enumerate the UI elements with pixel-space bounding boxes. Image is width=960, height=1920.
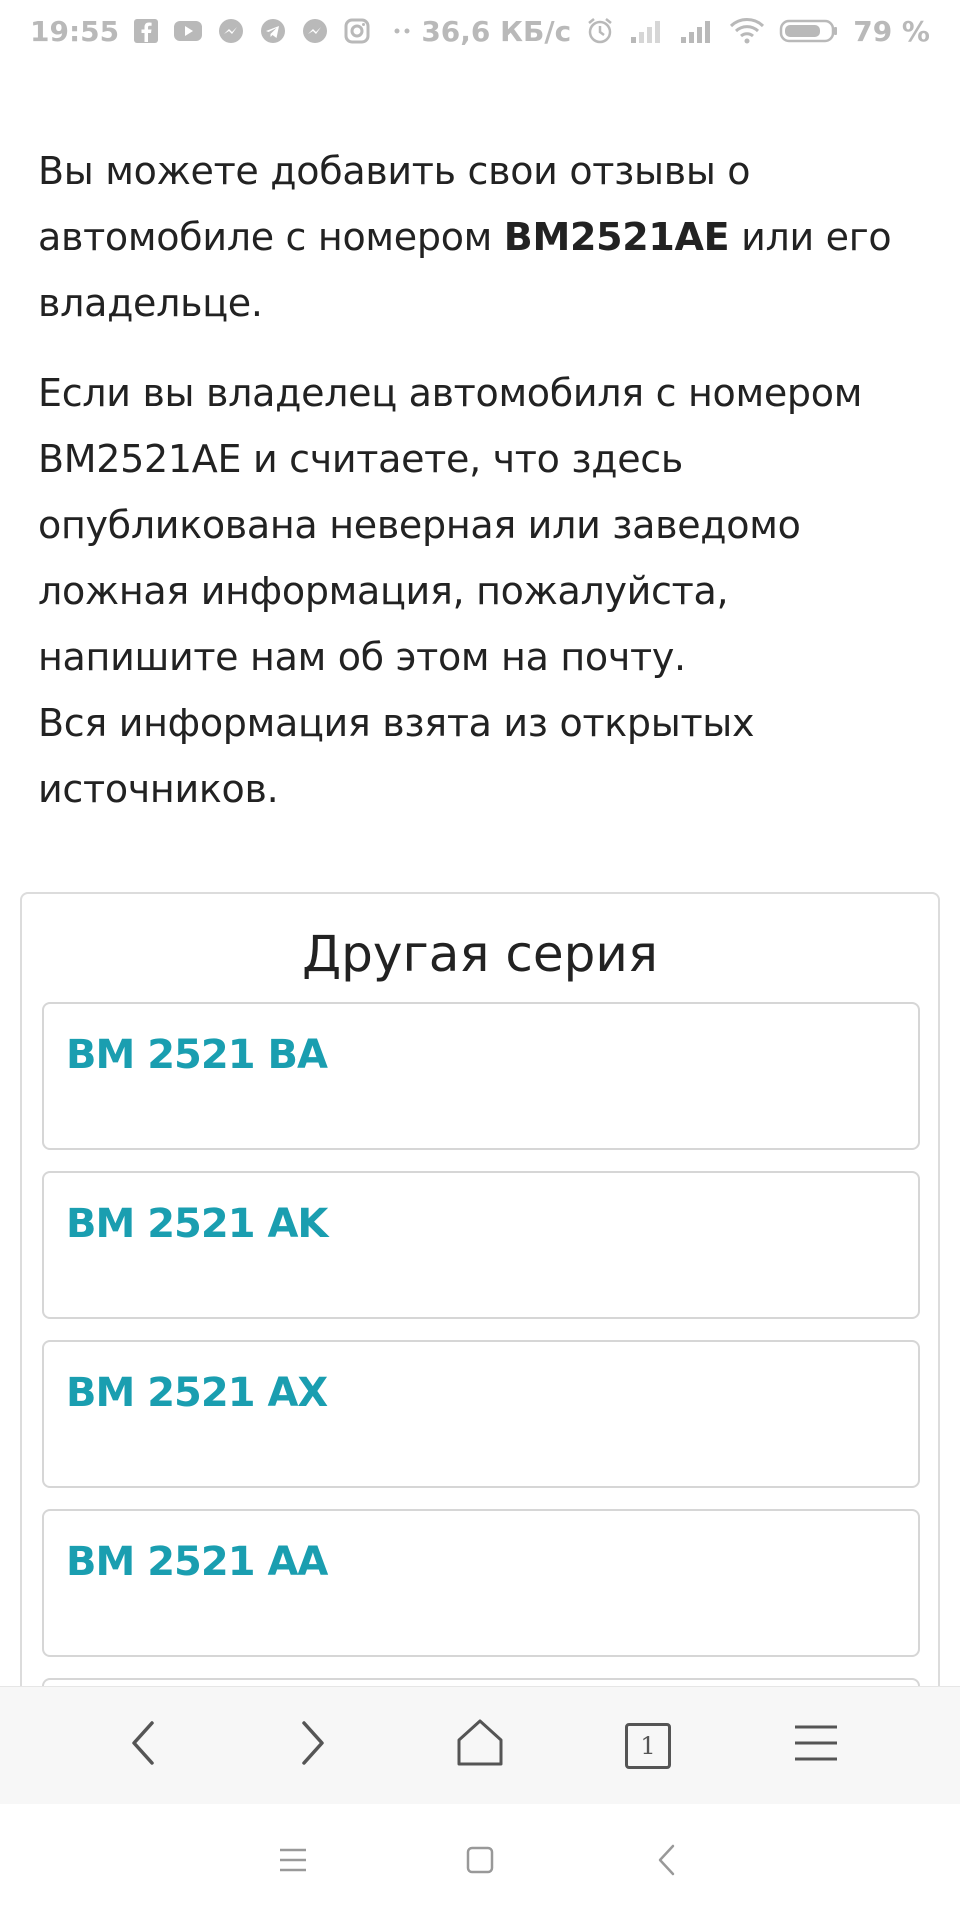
system-nav-bar — [0, 1804, 960, 1920]
system-back-button[interactable] — [637, 1832, 697, 1892]
recents-button[interactable] — [263, 1832, 323, 1892]
other-series-card: Другая серия BM 2521 BA BM 2521 AK BM 25… — [20, 892, 940, 1826]
back-triangle-icon — [655, 1843, 679, 1882]
signal-icon — [679, 18, 715, 44]
plate-link[interactable]: BM 2521 BA — [66, 1032, 328, 1078]
wifi-icon — [729, 17, 765, 45]
status-left: 19:55 — [30, 15, 419, 48]
plate-link[interactable]: BM 2521 AA — [66, 1539, 328, 1585]
home-square-icon — [465, 1845, 495, 1880]
back-icon — [124, 1718, 164, 1773]
menu-button[interactable] — [781, 1711, 851, 1781]
intro-paragraph: Вы можете добавить свои отзывы о автомоб… — [38, 138, 922, 336]
plate-list-item[interactable]: BM 2521 AA — [42, 1509, 920, 1657]
status-bar: 19:55 36,6 КБ/с 79 % — [0, 0, 960, 62]
home-button[interactable] — [445, 1711, 515, 1781]
plate-link[interactable]: BM 2521 AX — [66, 1370, 328, 1416]
system-home-button[interactable] — [450, 1832, 510, 1892]
plate-list-item[interactable]: BM 2521 AK — [42, 1171, 920, 1319]
main-content: Вы можете добавить свои отзывы о автомоб… — [0, 62, 960, 822]
instagram-icon — [343, 17, 371, 45]
youtube-icon — [173, 19, 203, 43]
messenger-icon — [217, 17, 245, 45]
plate-link[interactable]: BM 2521 AK — [66, 1201, 328, 1247]
plate-list-item[interactable]: BM 2521 AX — [42, 1340, 920, 1488]
tabs-icon: 1 — [625, 1722, 671, 1769]
notice-paragraph: Если вы владелец автомобиля с номером BM… — [38, 360, 922, 822]
forward-icon — [292, 1718, 332, 1773]
back-button[interactable] — [109, 1711, 179, 1781]
notice-text: Если вы владелец автомобиля с номером BM… — [38, 371, 863, 679]
facebook-icon — [133, 18, 159, 44]
sources-text: Вся информация взята из открытых источни… — [38, 701, 755, 811]
telegram-icon — [259, 17, 287, 45]
signal-icon — [629, 18, 665, 44]
forward-button[interactable] — [277, 1711, 347, 1781]
status-time: 19:55 — [30, 14, 120, 48]
plate-list-item[interactable]: BM 2521 BA — [42, 1002, 920, 1150]
status-right: 36,6 КБ/с 79 % — [421, 15, 930, 48]
more-dots-icon — [385, 26, 419, 36]
home-icon — [455, 1718, 505, 1773]
battery-icon — [779, 18, 839, 44]
recents-icon — [278, 1847, 308, 1878]
tab-count: 1 — [640, 1731, 656, 1760]
plate-number: BM2521AE — [503, 215, 730, 259]
browser-toolbar: 1 — [0, 1686, 960, 1804]
menu-icon — [793, 1723, 839, 1768]
battery-percent: 79 % — [853, 14, 930, 48]
other-series-title: Другая серия — [302, 925, 658, 983]
network-speed: 36,6 КБ/с — [421, 14, 572, 48]
alarm-icon — [585, 16, 615, 46]
tabs-button[interactable]: 1 — [613, 1711, 683, 1781]
messenger-icon — [301, 17, 329, 45]
